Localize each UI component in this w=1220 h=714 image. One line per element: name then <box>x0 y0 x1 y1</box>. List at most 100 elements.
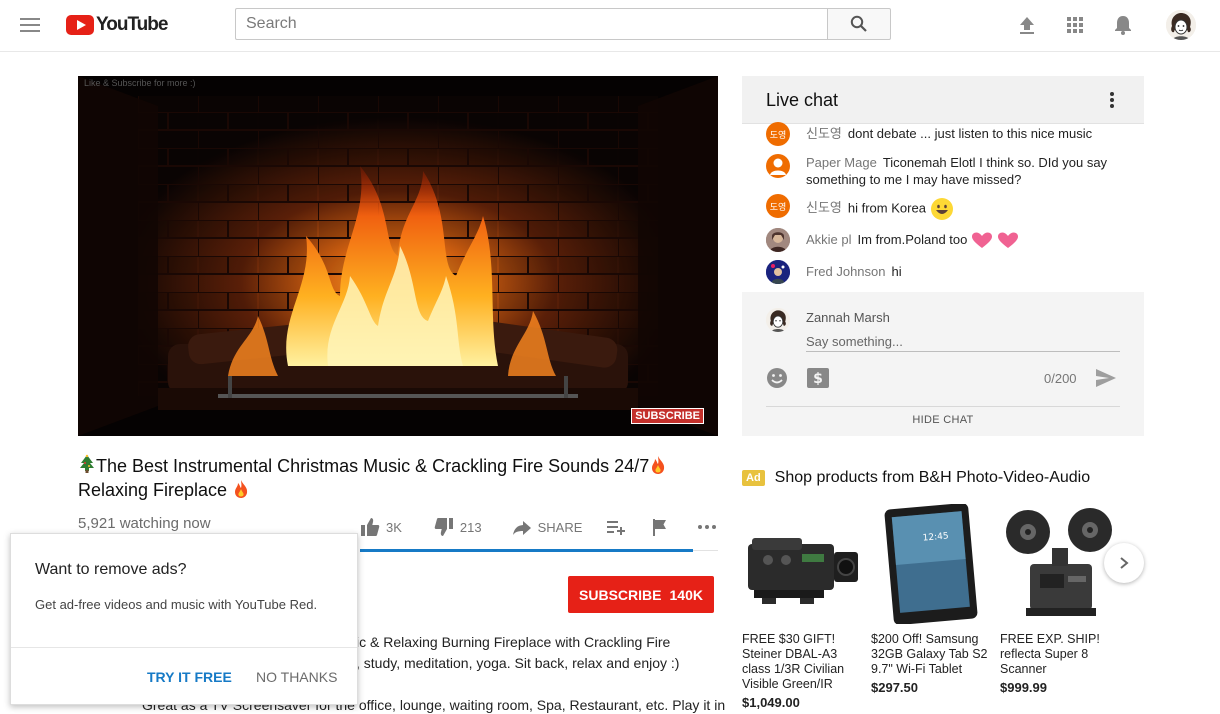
chat-message: Akkie pl Im from.Poland too <box>766 228 1126 252</box>
notifications-bell-icon[interactable] <box>1112 14 1134 36</box>
ad-badge: Ad <box>742 470 765 486</box>
flag-icon <box>653 519 667 536</box>
chat-text: Im from.Poland too <box>857 232 968 247</box>
product-price: $999.99 <box>1000 680 1047 695</box>
chat-message-text: Fred Johnson hi <box>806 263 902 280</box>
video-player[interactable]: Like & Subscribe for more :) SUBSCRIBE <box>78 76 718 436</box>
product-price: $1,049.00 <box>742 695 800 710</box>
description-line-1: ic & Relaxing Burning Fireplace with Cra… <box>356 634 671 650</box>
carousel-next-button[interactable] <box>1104 543 1144 583</box>
dislike-button[interactable]: 213 <box>434 517 482 537</box>
remove-ads-popup: Want to remove ads? Get ad-free videos a… <box>10 533 358 705</box>
current-user-name: Zannah Marsh <box>806 310 890 325</box>
more-actions-button[interactable] <box>696 517 724 537</box>
chat-avatar: 도영 <box>766 122 790 146</box>
fireplace-video-frame <box>78 76 718 436</box>
search-icon <box>850 15 867 32</box>
video-title-line1: The Best Instrumental Christmas Music & … <box>96 456 650 476</box>
shopping-header: Ad Shop products from B&H Photo-Video-Au… <box>742 469 1090 487</box>
popup-divider <box>11 647 357 648</box>
product-card[interactable]: FREE $30 GIFT! Steiner DBAL-A3 class 1/3… <box>742 504 862 710</box>
chat-more-icon[interactable] <box>1102 90 1122 110</box>
youtube-play-icon <box>66 15 94 35</box>
product-card[interactable]: 12:45 $200 Off! Samsung 32GB Galaxy Tab … <box>871 504 991 695</box>
chat-message: Paper Mage Ticonemah Elotl I think so. DI… <box>766 154 1126 188</box>
chat-author[interactable]: Akkie pl <box>806 232 852 247</box>
subscribe-label: SUBSCRIBE <box>579 586 662 603</box>
chat-author[interactable]: Fred Johnson <box>806 264 886 279</box>
try-it-free-button[interactable]: TRY IT FREE <box>147 669 232 685</box>
share-label: SHARE <box>537 519 583 535</box>
video-actions: 3K 213 SHARE <box>360 514 724 540</box>
super-chat-money-icon[interactable]: $ <box>806 367 830 389</box>
video-title: The Best Instrumental Christmas Music & … <box>78 454 718 502</box>
add-to-playlist-icon <box>607 521 626 535</box>
chat-avatar: 도영 <box>766 194 790 218</box>
apps-grid-icon[interactable] <box>1064 14 1086 36</box>
chat-text: hi from Korea <box>847 200 926 216</box>
more-horizontal-icon <box>698 525 717 529</box>
chat-avatar <box>766 228 790 252</box>
grinning-face-emoji-icon <box>930 197 954 221</box>
user-photo-icon <box>766 260 790 284</box>
logo-text: YouTube <box>96 14 168 35</box>
chat-avatar <box>766 260 790 284</box>
hide-chat-button[interactable]: HIDE CHAT <box>742 414 1144 426</box>
emoji-picker-icon[interactable] <box>766 367 788 389</box>
chat-message-text: 신도영 dont debate ... just listen to this n… <box>806 125 1092 142</box>
product-price: $297.50 <box>871 680 918 695</box>
chat-message: 도영 신도영 dont debate ... just listen to thi… <box>766 122 1126 146</box>
svg-text:$: $ <box>813 371 823 387</box>
chat-author[interactable]: 신도영 <box>806 126 842 141</box>
search-input[interactable] <box>235 8 827 40</box>
chat-message-input[interactable] <box>806 332 1120 352</box>
product-name: FREE EXP. SHIP! reflecta Super 8 Scanner <box>1000 632 1100 676</box>
chat-message: 도영 신도영 hi from Korea <box>766 194 1126 221</box>
chat-text: hi <box>891 264 902 279</box>
current-user-avatar <box>766 308 790 332</box>
like-button[interactable]: 3K <box>360 517 402 537</box>
player-subscribe-watermark[interactable]: SUBSCRIBE <box>631 408 704 424</box>
add-to-playlist-button[interactable] <box>606 517 632 537</box>
product-card[interactable]: FREE EXP. SHIP! reflecta Super 8 Scanner… <box>1000 504 1120 695</box>
youtube-logo[interactable]: YouTube <box>66 13 168 37</box>
like-count: 3K <box>386 519 402 535</box>
chat-input-divider <box>766 406 1120 407</box>
upload-icon[interactable] <box>1016 14 1038 36</box>
report-flag-button[interactable] <box>650 517 676 537</box>
user-photo-icon <box>766 228 790 252</box>
search-button[interactable] <box>827 8 891 40</box>
dislike-count: 213 <box>459 519 482 535</box>
sentiment-bar-track <box>693 550 718 551</box>
thumbs-down-icon <box>434 518 453 536</box>
chat-author[interactable]: Paper Mage <box>806 155 877 170</box>
shopping-title[interactable]: Shop products from B&H Photo-Video-Audio <box>775 469 1090 487</box>
player-overlay-text: Like & Subscribe for more :) <box>84 78 196 88</box>
chat-message-text: Akkie pl Im from.Poland too <box>806 231 1019 250</box>
send-icon[interactable] <box>1094 366 1118 390</box>
chat-header: Live chat <box>742 76 1144 124</box>
share-icon <box>512 521 531 535</box>
no-thanks-button[interactable]: NO THANKS <box>256 669 337 685</box>
heart-emoji-icon <box>971 232 993 250</box>
thumbs-up-icon <box>361 518 380 536</box>
subscribe-button[interactable]: SUBSCRIBE 140K <box>568 576 714 613</box>
christmas-tree-icon <box>78 454 96 474</box>
fire-emoji-icon <box>649 455 667 475</box>
video-title-line2: Relaxing Fireplace <box>78 480 228 500</box>
product-image-tablet: 12:45 <box>871 504 991 624</box>
product-name: $200 Off! Samsung 32GB Galaxy Tab S2 9.7… <box>871 632 988 676</box>
chat-input-area: Zannah Marsh $ 0/200 HIDE CHAT <box>742 292 1144 436</box>
product-name: FREE $30 GIFT! Steiner DBAL-A3 class 1/3… <box>742 632 845 691</box>
chat-text: dont debate ... just listen to this nice… <box>847 126 1093 141</box>
fire-emoji-icon <box>232 479 250 499</box>
popup-title: Want to remove ads? <box>35 561 187 578</box>
character-counter: 0/200 <box>1044 371 1077 386</box>
user-avatar[interactable] <box>1166 10 1196 40</box>
share-button[interactable]: SHARE <box>512 517 583 537</box>
hamburger-menu-icon[interactable] <box>20 16 40 34</box>
chat-author[interactable]: 신도영 <box>806 200 842 215</box>
chat-avatar-default <box>766 154 790 178</box>
chevron-right-icon <box>1120 557 1129 569</box>
product-image-scanner <box>1000 504 1120 624</box>
